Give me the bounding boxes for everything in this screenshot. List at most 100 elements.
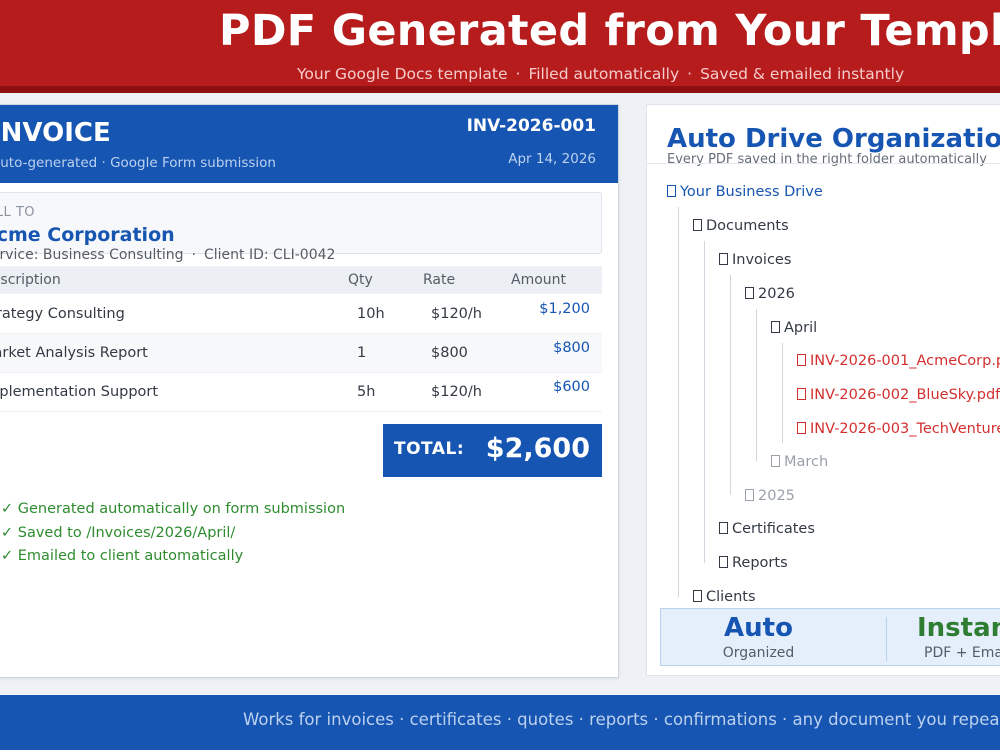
tree-node-2026[interactable]: 2026 <box>745 277 795 311</box>
subtitle-part: Your Google Docs template <box>297 65 508 83</box>
folder-icon <box>693 219 702 231</box>
folder-icon <box>771 321 780 333</box>
item-description: Implementation Support <box>0 384 159 400</box>
tree-node-2025[interactable]: 2025 <box>745 479 795 513</box>
checklist-item: ✓ Generated automatically on form submis… <box>1 501 346 517</box>
tree-node-certificates[interactable]: Certificates <box>719 512 815 546</box>
divider <box>647 163 1000 164</box>
tree-file[interactable]: INV-2026-003_TechVentures.pdf <box>797 412 1000 446</box>
tree-node-label: April <box>784 320 818 336</box>
tree-node-march[interactable]: March <box>771 445 828 479</box>
tree-guide <box>756 309 757 461</box>
invoice-number: INV-2026-001 <box>466 116 596 136</box>
tree-file[interactable]: INV-2026-002_BlueSky.pdf <box>797 378 1000 412</box>
table-row: Strategy Consulting 10h $120/h $1,200 <box>0 295 602 334</box>
tree-file[interactable]: INV-2026-001_AcmeCorp.pdf <box>797 344 1000 378</box>
item-rate: $120/h <box>431 384 482 400</box>
table-header: Description Qty Rate Amount <box>0 266 602 294</box>
tree-node-documents[interactable]: Documents <box>693 209 789 243</box>
tree-node-label: Reports <box>732 555 788 571</box>
page-subtitle: Your Google Docs template · Filled automat… <box>297 65 904 83</box>
client-id: Client ID: CLI-0042 <box>203 247 336 263</box>
invoice-header: INVOICE Auto-generated · Google Form sub… <box>0 105 618 183</box>
client-name: Acme Corporation <box>0 224 175 246</box>
folder-icon <box>719 556 728 568</box>
subtitle-separator: · <box>687 65 693 83</box>
tree-guide <box>678 207 679 597</box>
total-value: $2,600 <box>485 433 590 464</box>
tree-node-label: Clients <box>706 589 756 605</box>
subtitle-part: Saved & emailed instantly <box>700 65 905 83</box>
pdf-file-icon <box>797 422 806 434</box>
checklist-item: ✓ Emailed to client automatically <box>1 548 244 564</box>
tree-guide <box>730 275 731 495</box>
client-service: Service: Business Consulting <box>0 247 184 263</box>
total-label: TOTAL: <box>394 439 465 459</box>
drive-panel: Auto Drive Organization Every PDF saved … <box>646 104 1000 676</box>
stat-organized: Auto Organized <box>661 609 856 667</box>
stat-value: Auto <box>724 613 793 643</box>
tree-file-label: INV-2026-003_TechVentures.pdf <box>810 421 1000 437</box>
pdf-file-icon <box>797 388 806 400</box>
folder-icon <box>771 455 780 467</box>
stats-bar: Auto Organized Instant PDF + Email <box>660 608 1000 666</box>
tree-file-label: INV-2026-001_AcmeCorp.pdf <box>810 353 1000 369</box>
subtitle-separator: · <box>515 65 521 83</box>
column-header-qty: Qty <box>348 272 373 288</box>
tree-node-invoices[interactable]: Invoices <box>719 243 791 277</box>
folder-icon <box>745 287 754 299</box>
invoice-title: INVOICE <box>0 118 111 148</box>
folder-icon <box>719 253 728 265</box>
item-qty: 5h <box>357 384 376 400</box>
table-row: Market Analysis Report 1 $800 $800 <box>0 334 602 373</box>
invoice-subtitle: Auto-generated · Google Form submission <box>0 155 276 171</box>
footer-text: Works for invoices · certificates · quot… <box>243 710 1000 729</box>
subtitle-part: Filled automatically <box>528 65 680 83</box>
folder-icon <box>667 185 676 197</box>
item-qty: 1 <box>357 345 367 361</box>
tree-node-root[interactable]: Your Business Drive <box>667 175 823 209</box>
detail-separator: · <box>191 247 196 263</box>
automation-checklist: ✓ Generated automatically on form submis… <box>1 498 345 569</box>
invoice-card: INVOICE Auto-generated · Google Form sub… <box>0 104 619 678</box>
item-amount: $800 <box>553 340 590 356</box>
bill-to-box: BILL TO Acme Corporation Service: Busine… <box>0 192 602 263</box>
tree-node-label: Documents <box>706 218 789 234</box>
folder-icon <box>693 590 702 602</box>
stat-instant: Instant PDF + Email <box>887 609 1000 667</box>
item-rate: $120/h <box>431 306 482 322</box>
stat-value: Instant <box>917 613 1000 643</box>
item-rate: $800 <box>431 345 468 361</box>
drive-subtitle: Every PDF saved in the right folder auto… <box>667 152 987 167</box>
page-title: PDF Generated from Your Template <box>219 6 1000 56</box>
header-stripe <box>0 86 1000 93</box>
page-footer: Works for invoices · certificates · quot… <box>0 695 1000 750</box>
column-header-description: Description <box>0 272 61 288</box>
tree-node-label: Invoices <box>732 252 792 268</box>
item-description: Strategy Consulting <box>0 306 125 322</box>
invoice-date: Apr 14, 2026 <box>508 151 596 167</box>
column-header-amount: Amount <box>511 272 567 288</box>
item-qty: 10h <box>357 306 385 322</box>
tree-node-reports[interactable]: Reports <box>719 546 788 580</box>
tree-node-label: Certificates <box>732 521 815 537</box>
bill-to-label: BILL TO <box>0 205 36 220</box>
tree-file-label: INV-2026-002_BlueSky.pdf <box>810 387 1000 403</box>
pdf-file-icon <box>797 354 806 366</box>
tree-node-label: 2025 <box>758 488 795 504</box>
client-details: Service: Business Consulting · Client ID: … <box>0 247 335 263</box>
tree-node-april[interactable]: April <box>771 311 817 345</box>
tree-node-label: 2026 <box>758 286 795 302</box>
item-description: Market Analysis Report <box>0 345 148 361</box>
tree-guide <box>704 241 705 563</box>
checklist-item: ✓ Saved to /Invoices/2026/April/ <box>1 524 236 541</box>
tree-node-label: Your Business Drive <box>680 184 823 200</box>
tree-node-label: March <box>784 454 829 470</box>
stat-label: Organized <box>722 645 795 661</box>
tree-guide <box>782 343 783 443</box>
item-amount: $1,200 <box>539 301 590 317</box>
column-header-rate: Rate <box>423 272 456 288</box>
page-header: PDF Generated from Your Template Your Go… <box>0 0 1000 86</box>
folder-icon <box>719 522 728 534</box>
drive-title: Auto Drive Organization <box>667 124 1000 154</box>
